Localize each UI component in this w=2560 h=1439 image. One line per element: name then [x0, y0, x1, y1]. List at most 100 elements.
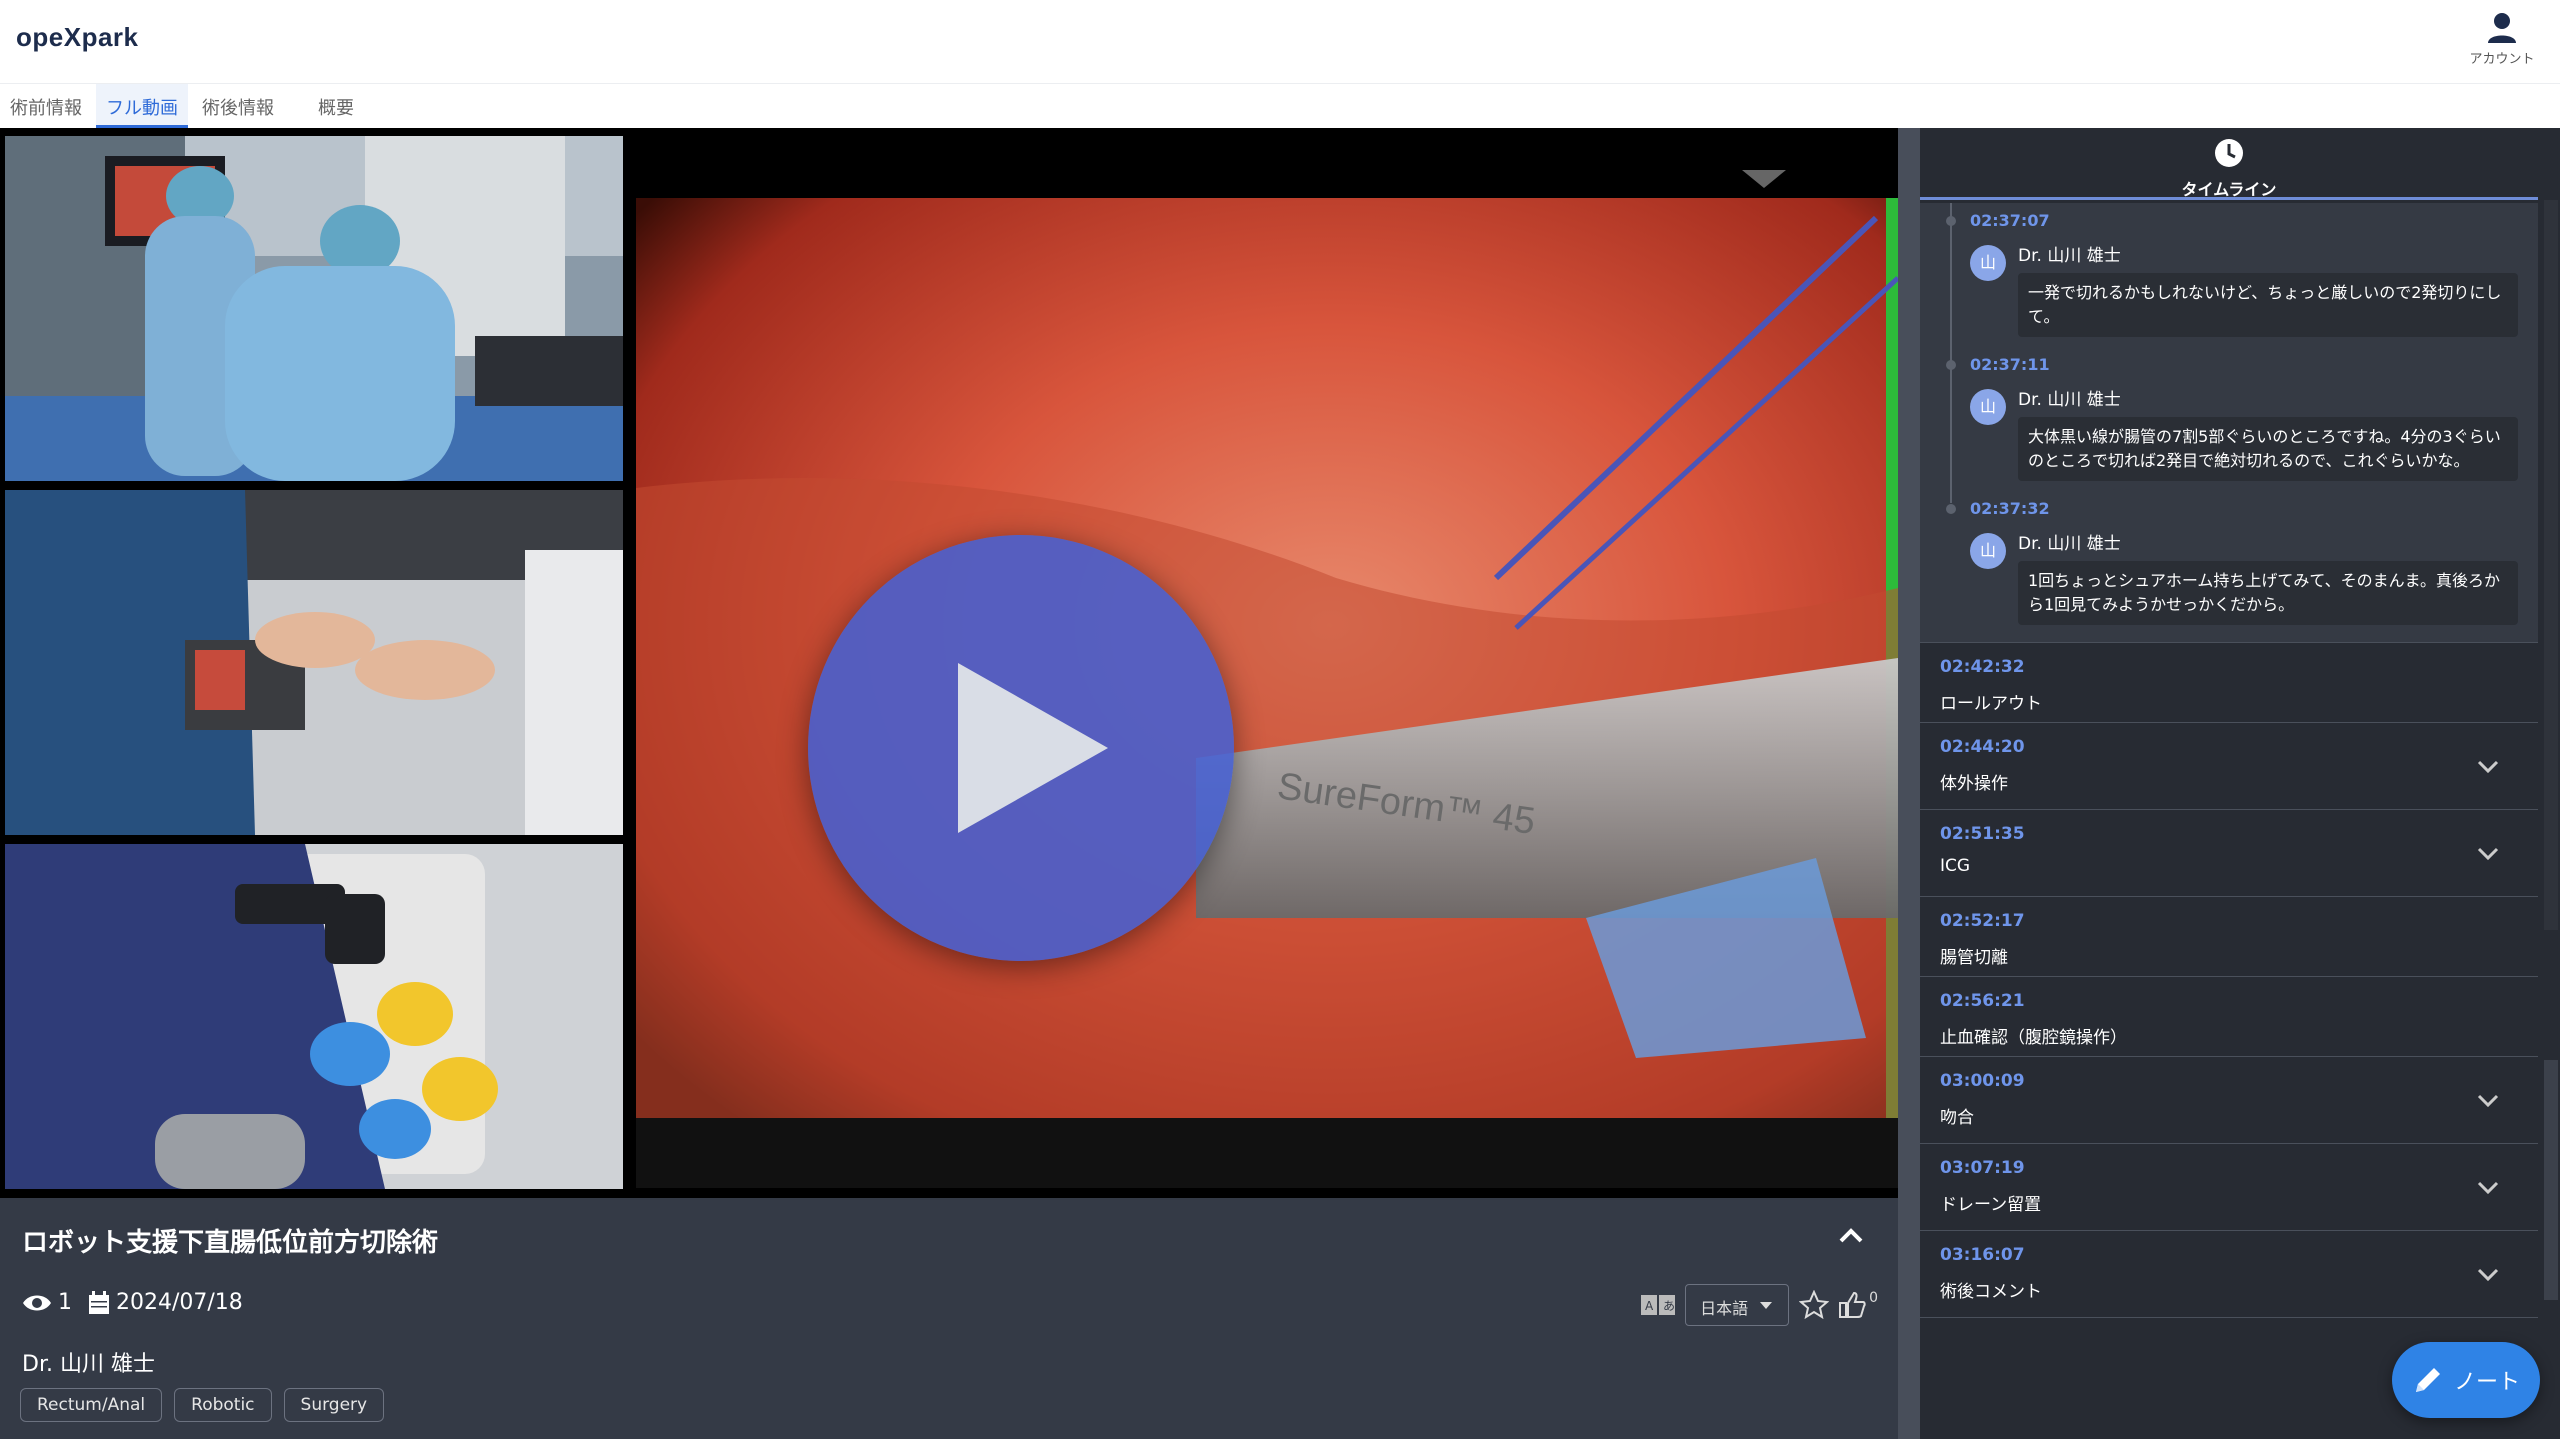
video-meta: 1 2024/07/18 [22, 1290, 259, 1315]
svg-text:A: A [1645, 1299, 1654, 1313]
chevron-down-icon[interactable] [2476, 1267, 2500, 1283]
comment-author: Dr. 山川 雄士 [2018, 534, 2121, 554]
comment-text: 大体黒い線が腸管の7割5部ぐらいのところですね。4分の3ぐらいのところで切れば2… [2018, 417, 2518, 481]
comment-timestamp[interactable]: 02:37:32 [1970, 499, 2050, 518]
clock-icon [2215, 139, 2243, 167]
play-button[interactable] [808, 535, 1234, 961]
timeline-comment[interactable]: 02:37:07 山 Dr. 山川 雄士 一発で切れるかもしれないけど、ちょっと… [1946, 203, 2538, 343]
note-button[interactable]: ノート [2392, 1342, 2540, 1418]
timeline-item-label: ICG [1940, 856, 1971, 876]
scrollbar-track-upper [2544, 200, 2558, 930]
upload-date-value: 2024/07/18 [116, 1290, 243, 1315]
timeline-item[interactable]: 02:51:35 ICG [1920, 810, 2538, 897]
timeline-comment-group: 02:37:07 山 Dr. 山川 雄士 一発で切れるかもしれないけど、ちょっと… [1920, 203, 2538, 643]
timeline-item-time[interactable]: 02:56:21 [1940, 991, 2025, 1011]
camera-view-surgeon-console[interactable] [5, 490, 623, 835]
tab-bar: 術前情報 フル動画 術後情報 概要 [0, 84, 2560, 128]
timeline-dot [1946, 216, 1956, 226]
timeline-item[interactable]: 03:16:07 術後コメント [1920, 1231, 2538, 1318]
eye-icon [23, 1295, 51, 1310]
tab-full-video[interactable]: フル動画 [96, 84, 188, 128]
timeline-item-label: ロールアウト [1940, 694, 2042, 714]
video-actions: A あ 日本語 0 [1641, 1284, 1878, 1326]
language-select[interactable]: 日本語 [1685, 1284, 1790, 1326]
avatar: 山 [1970, 389, 2006, 425]
timeline-item[interactable]: 02:42:32 ロールアウト [1920, 643, 2538, 723]
comment-timestamp[interactable]: 02:37:11 [1970, 355, 2050, 374]
timeline-item-label: 術後コメント [1940, 1282, 2042, 1302]
chevron-down-icon[interactable] [2476, 1093, 2500, 1109]
translate-icon[interactable]: A あ [1641, 1295, 1676, 1315]
timeline-tab-label: タイムライン [2181, 180, 2277, 199]
timeline-item-label: ドレーン留置 [1940, 1195, 2042, 1215]
timeline-item[interactable]: 03:07:19 ドレーン留置 [1920, 1144, 2538, 1231]
panel-divider[interactable] [1898, 128, 1920, 1439]
tab-preop-info[interactable]: 術前情報 [0, 84, 92, 128]
svg-text:あ: あ [1663, 1299, 1675, 1313]
pencil-icon [2415, 1368, 2440, 1392]
play-icon [958, 663, 1108, 833]
timeline-item[interactable]: 03:00:09 吻合 [1920, 1057, 2538, 1144]
timeline-item[interactable]: 02:52:17 腸管切離 [1920, 897, 2538, 977]
upload-date: 2024/07/18 [88, 1290, 243, 1315]
main-video-player[interactable]: SureForm™ 45 [636, 158, 1898, 1188]
like-count: 0 [1869, 1290, 1878, 1306]
avatar: 山 [1970, 533, 2006, 569]
language-select-value: 日本語 [1700, 1299, 1749, 1318]
comment-timestamp[interactable]: 02:37:07 [1970, 211, 2050, 230]
avatar: 山 [1970, 245, 2006, 281]
timeline-item-label: 吻合 [1940, 1108, 1974, 1128]
timeline-item-time[interactable]: 03:07:19 [1940, 1158, 2025, 1178]
tag-chip[interactable]: Robotic [174, 1388, 272, 1422]
chevron-up-icon[interactable] [1838, 1226, 1864, 1248]
account-button[interactable]: アカウント [2462, 12, 2542, 67]
timeline-item[interactable]: 02:44:20 体外操作 [1920, 723, 2538, 810]
timeline-item-label: 腸管切離 [1940, 948, 2008, 968]
account-label: アカウント [2469, 52, 2535, 67]
tag-chip[interactable]: Rectum/Anal [20, 1388, 163, 1422]
timeline-scrollbar[interactable] [2540, 200, 2560, 1439]
chevron-down-icon[interactable] [2476, 1180, 2500, 1196]
tab-overview[interactable]: 概要 [308, 84, 364, 128]
timeline-dot [1946, 504, 1956, 514]
comment-text: 1回ちょっとシュアホーム持ち上げてみて、そのまんま。真後ろから1回見てみようかせ… [2018, 561, 2518, 625]
comment-author: Dr. 山川 雄士 [2018, 246, 2121, 266]
video-title: ロボット支援下直腸低位前方切除術 [22, 1228, 439, 1258]
timeline-comment[interactable]: 02:37:32 山 Dr. 山川 雄士 1回ちょっとシュアホーム持ち上げてみて… [1946, 491, 2538, 631]
account-icon [2488, 13, 2516, 43]
timeline-item-label: 体外操作 [1940, 774, 2008, 794]
view-count: 1 [22, 1290, 72, 1315]
timeline-dot [1946, 360, 1956, 370]
scrollbar-thumb[interactable] [2544, 1060, 2558, 1300]
surgeon-name: Dr. 山川 雄士 [22, 1352, 155, 1377]
note-button-label: ノート [2453, 1370, 2520, 1395]
timeline-item-label: 止血確認（腹腔鏡操作） [1940, 1028, 2127, 1048]
camera-view-foot-pedals[interactable] [5, 844, 623, 1189]
tag-list: Rectum/Anal Robotic Surgery [20, 1388, 396, 1422]
timeline-tab[interactable]: タイムライン [1920, 128, 2538, 200]
timeline-sidebar: タイムライン 02:37:07 山 Dr. 山川 雄士 一発で切れるかもしれない… [1920, 128, 2560, 1439]
comment-author: Dr. 山川 雄士 [2018, 390, 2121, 410]
thumbs-up-icon[interactable] [1837, 1290, 1867, 1320]
chevron-down-icon[interactable] [2476, 846, 2500, 862]
chevron-down-icon[interactable] [2476, 759, 2500, 775]
timeline-item-time[interactable]: 03:16:07 [1940, 1245, 2025, 1265]
timeline-item-time[interactable]: 03:00:09 [1940, 1071, 2025, 1091]
timeline-item-time[interactable]: 02:44:20 [1940, 737, 2025, 757]
video-info-panel: ロボット支援下直腸低位前方切除術 1 2024/07/18 Dr. 山川 雄士 … [0, 1198, 1898, 1439]
tag-chip[interactable]: Surgery [283, 1388, 385, 1422]
tab-postop-info[interactable]: 術後情報 [192, 84, 284, 128]
timeline-item-time[interactable]: 02:51:35 [1940, 824, 2025, 844]
star-icon[interactable] [1799, 1290, 1830, 1320]
timeline-item[interactable]: 02:56:21 止血確認（腹腔鏡操作） [1920, 977, 2538, 1057]
caret-down-icon [1760, 1302, 1773, 1309]
video-stage: SureForm™ 45 [0, 128, 1898, 1198]
timeline-item-time[interactable]: 02:52:17 [1940, 911, 2025, 931]
app-header: opeXpark アカウント [0, 0, 2560, 84]
view-count-value: 1 [58, 1290, 72, 1315]
app-logo[interactable]: opeXpark [16, 22, 139, 53]
timeline-comment[interactable]: 02:37:11 山 Dr. 山川 雄士 大体黒い線が腸管の7割5部ぐらいのとこ… [1946, 347, 2538, 487]
camera-view-operating-room[interactable] [5, 136, 623, 481]
timeline-item-time[interactable]: 02:42:32 [1940, 657, 2025, 677]
comment-text: 一発で切れるかもしれないけど、ちょっと厳しいので2発切りにして。 [2018, 273, 2518, 337]
